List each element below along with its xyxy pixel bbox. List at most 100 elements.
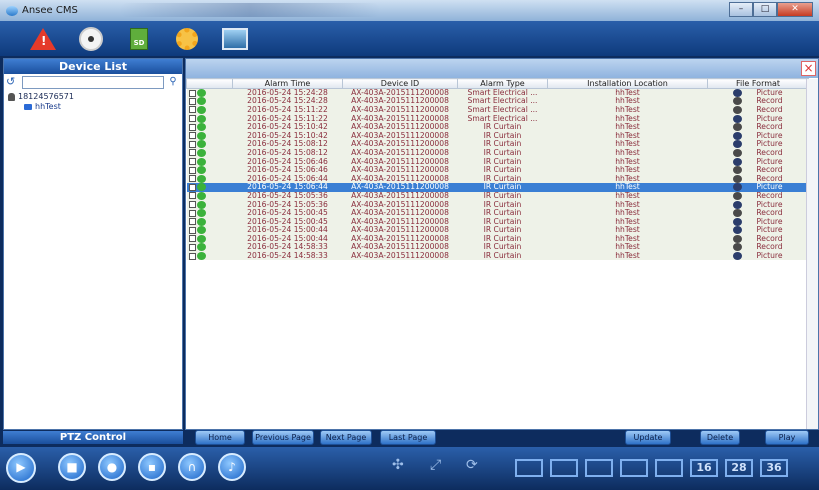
tree-item-account[interactable]: 18124576571	[8, 92, 178, 102]
device-search-input[interactable]	[22, 75, 164, 89]
layout-28-button[interactable]: 28	[725, 459, 753, 477]
playback-button[interactable]	[78, 26, 104, 52]
stop-icon[interactable]: ■	[58, 453, 86, 481]
file-format-cell: Picture	[756, 226, 783, 235]
table-row[interactable]: 2016-05-24 15:05:36 AX-403A-2015111200008…	[186, 191, 809, 201]
close-icon[interactable]: ✕	[777, 2, 813, 17]
row-checkbox[interactable]	[188, 132, 196, 140]
close-panel-icon[interactable]: ×	[801, 61, 816, 76]
row-checkbox[interactable]	[188, 192, 196, 200]
table-row[interactable]: 2016-05-24 15:10:42 AX-403A-2015111200008…	[186, 122, 809, 132]
row-checkbox[interactable]	[188, 218, 196, 226]
sd-card-button[interactable]: SD	[126, 26, 152, 52]
minimize-icon[interactable]: –	[729, 2, 753, 17]
layout-1-button[interactable]	[515, 459, 543, 477]
alarm-time-cell: 2016-05-24 15:11:22	[232, 114, 343, 123]
layout-16-button[interactable]: 16	[690, 459, 718, 477]
table-row[interactable]: 2016-05-24 15:00:45 AX-403A-2015111200008…	[186, 208, 809, 218]
record-icon[interactable]: ●	[98, 453, 126, 481]
table-row[interactable]: 2016-05-24 15:06:46 AX-403A-2015111200008…	[186, 165, 809, 175]
home-button[interactable]: Home	[195, 430, 245, 445]
photos-button[interactable]	[222, 26, 248, 52]
alarm-time-cell: 2016-05-24 14:58:33	[232, 251, 343, 261]
alarm-time-cell: 2016-05-24 15:10:42	[232, 131, 343, 141]
row-checkbox[interactable]	[188, 149, 196, 157]
tree-item-device[interactable]: hhTest	[8, 102, 178, 112]
table-row[interactable]: 2016-05-24 15:00:44 AX-403A-2015111200008…	[186, 226, 809, 235]
row-checkbox[interactable]	[188, 252, 196, 260]
col-file-format[interactable]: File Format	[707, 78, 809, 89]
row-checkbox[interactable]	[188, 97, 196, 105]
play-button[interactable]: Play	[765, 430, 809, 445]
table-row[interactable]: 2016-05-24 15:06:46 AX-403A-2015111200008…	[186, 157, 809, 166]
settings-button[interactable]	[174, 26, 200, 52]
location-cell: hhTest	[547, 97, 708, 106]
microphone-icon[interactable]: ♪	[218, 453, 246, 481]
col-device-id[interactable]: Device ID	[342, 78, 458, 89]
table-row[interactable]: 2016-05-24 15:08:12 AX-403A-2015111200008…	[186, 140, 809, 149]
fullscreen-icon[interactable]: ⤢	[430, 457, 441, 473]
device-id-cell: AX-403A-2015111200008	[342, 226, 458, 235]
alarm-type-cell: Smart Electrical ...	[457, 114, 548, 123]
status-icon	[196, 166, 206, 175]
row-checkbox[interactable]	[188, 183, 196, 191]
layout-36-button[interactable]: 36	[760, 459, 788, 477]
row-checkbox[interactable]	[188, 226, 196, 234]
table-row[interactable]: 2016-05-24 15:08:12 AX-403A-2015111200008…	[186, 148, 809, 158]
update-button[interactable]: Update	[625, 430, 671, 445]
headset-icon[interactable]: ∩	[178, 453, 206, 481]
row-checkbox[interactable]	[188, 123, 196, 131]
col-location[interactable]: Installation Location	[547, 78, 708, 89]
table-row[interactable]: 2016-05-24 15:11:22 AX-403A-2015111200008…	[186, 105, 809, 115]
table-row[interactable]: 2016-05-24 15:05:36 AX-403A-2015111200008…	[186, 200, 809, 209]
table-row[interactable]: 2016-05-24 15:06:44 AX-403A-2015111200008…	[186, 183, 809, 192]
row-checkbox[interactable]	[188, 89, 196, 97]
layout-4-button[interactable]	[550, 459, 578, 477]
refresh-icon[interactable]: ⟳	[466, 457, 478, 473]
table-row[interactable]: 2016-05-24 15:24:28 AX-403A-2015111200008…	[186, 97, 809, 106]
last-page-button[interactable]: Last Page	[380, 430, 436, 445]
pan-tilt-icon[interactable]: ✣	[392, 457, 404, 473]
layout-6-button[interactable]	[585, 459, 613, 477]
col-alarm-time[interactable]: Alarm Time	[232, 78, 343, 89]
row-checkbox[interactable]	[188, 166, 196, 174]
layout-9-button[interactable]	[655, 459, 683, 477]
row-checkbox[interactable]	[188, 243, 196, 251]
table-row[interactable]: 2016-05-24 15:10:42 AX-403A-2015111200008…	[186, 131, 809, 141]
alarm-type-cell: IR Curtain	[457, 131, 548, 141]
snapshot-icon[interactable]: ▪	[138, 453, 166, 481]
table-row[interactable]: 2016-05-24 14:58:33 AX-403A-2015111200008…	[186, 243, 809, 252]
back-icon[interactable]: ↺	[6, 75, 20, 89]
table-row[interactable]: 2016-05-24 15:06:44 AX-403A-2015111200008…	[186, 174, 809, 184]
layout-8-button[interactable]	[620, 459, 648, 477]
row-checkbox[interactable]	[188, 106, 196, 114]
file-format-icon	[733, 174, 743, 183]
file-format-cell: Record	[756, 174, 783, 183]
file-format-cell: Picture	[756, 114, 783, 123]
status-icon	[196, 157, 206, 166]
previous-page-button[interactable]: Previous Page	[252, 430, 314, 445]
maximize-icon[interactable]: □	[753, 2, 777, 17]
row-checkbox[interactable]	[188, 115, 196, 123]
alarm-type-cell: IR Curtain	[457, 140, 548, 149]
table-row[interactable]: 2016-05-24 14:58:33 AX-403A-2015111200008…	[186, 251, 809, 261]
row-checkbox[interactable]	[188, 140, 196, 148]
row-checkbox[interactable]	[188, 201, 196, 209]
row-checkbox[interactable]	[188, 235, 196, 243]
alarm-button[interactable]: !	[30, 26, 56, 52]
table-row[interactable]: 2016-05-24 15:00:45 AX-403A-2015111200008…	[186, 217, 809, 226]
table-row[interactable]: 2016-05-24 15:00:44 AX-403A-2015111200008…	[186, 234, 809, 244]
next-page-button[interactable]: Next Page	[320, 430, 372, 445]
row-checkbox[interactable]	[188, 175, 196, 183]
play-icon[interactable]: ▶	[6, 453, 36, 483]
alarm-time-cell: 2016-05-24 15:05:36	[232, 191, 343, 201]
table-row[interactable]: 2016-05-24 15:11:22 AX-403A-2015111200008…	[186, 114, 809, 123]
col-alarm-type[interactable]: Alarm Type	[457, 78, 548, 89]
row-checkbox[interactable]	[188, 158, 196, 166]
search-icon[interactable]: ⚲	[166, 76, 180, 89]
device-list-title: Device List	[4, 59, 182, 74]
vertical-scrollbar[interactable]	[806, 79, 818, 429]
row-checkbox[interactable]	[188, 209, 196, 217]
table-row[interactable]: 2016-05-24 15:24:28 AX-403A-2015111200008…	[186, 88, 809, 98]
delete-button[interactable]: Delete	[700, 430, 740, 445]
